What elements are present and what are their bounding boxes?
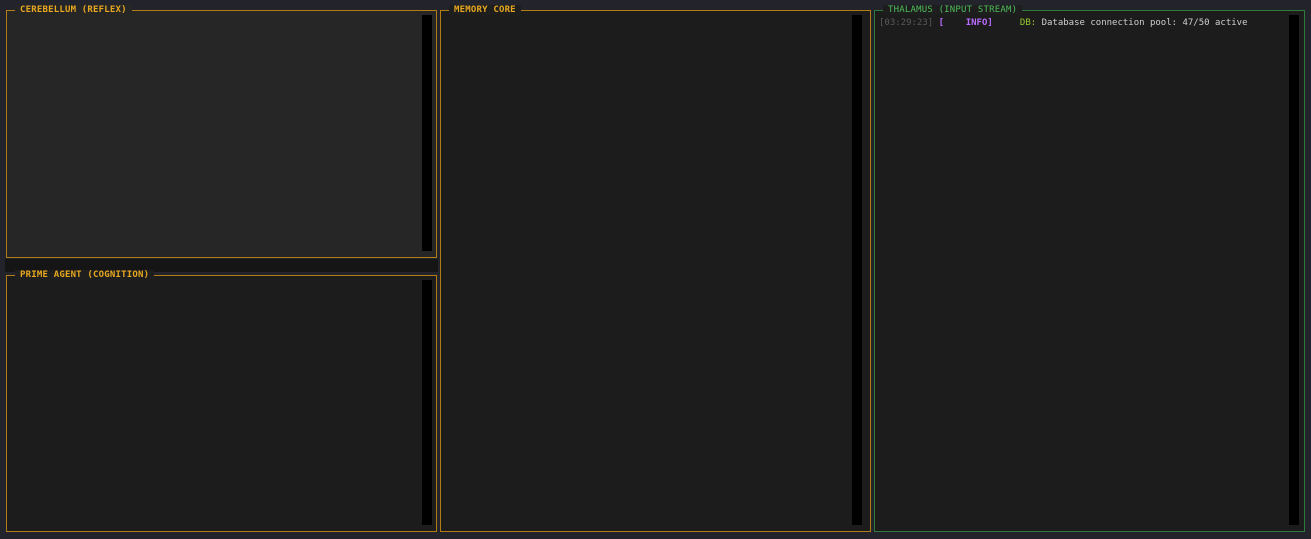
cerebellum-panel: CEREBELLUM (REFLEX) xyxy=(6,5,437,258)
log-message: Database connection pool: 47/50 active xyxy=(1041,18,1248,28)
memory-core-title: MEMORY CORE xyxy=(440,5,521,15)
log-timestamp: [03:29:23] xyxy=(879,18,934,28)
log-entry: [03:29:23] [ INFO] DB: Database connecti… xyxy=(879,17,1248,29)
log-level: INFO] xyxy=(944,18,993,28)
thalamus-panel: THALAMUS (INPUT STREAM) [03:29:23] [ INF… xyxy=(873,5,1305,532)
thalamus-title: THALAMUS (INPUT STREAM) xyxy=(873,5,1023,15)
memory-core-scrollbar[interactable] xyxy=(852,15,862,525)
cerebellum-scrollbar[interactable] xyxy=(422,15,432,251)
cerebellum-title: CEREBELLUM (REFLEX) xyxy=(6,5,132,15)
prime-agent-panel: PRIME AGENT (COGNITION) xyxy=(5,270,437,532)
memory-core-panel: MEMORY CORE xyxy=(440,5,871,532)
log-source: DB: xyxy=(1019,18,1037,28)
prime-agent-title: PRIME AGENT (COGNITION) xyxy=(5,270,155,280)
prime-agent-scrollbar[interactable] xyxy=(422,280,432,525)
thalamus-scrollbar[interactable] xyxy=(1289,15,1299,525)
